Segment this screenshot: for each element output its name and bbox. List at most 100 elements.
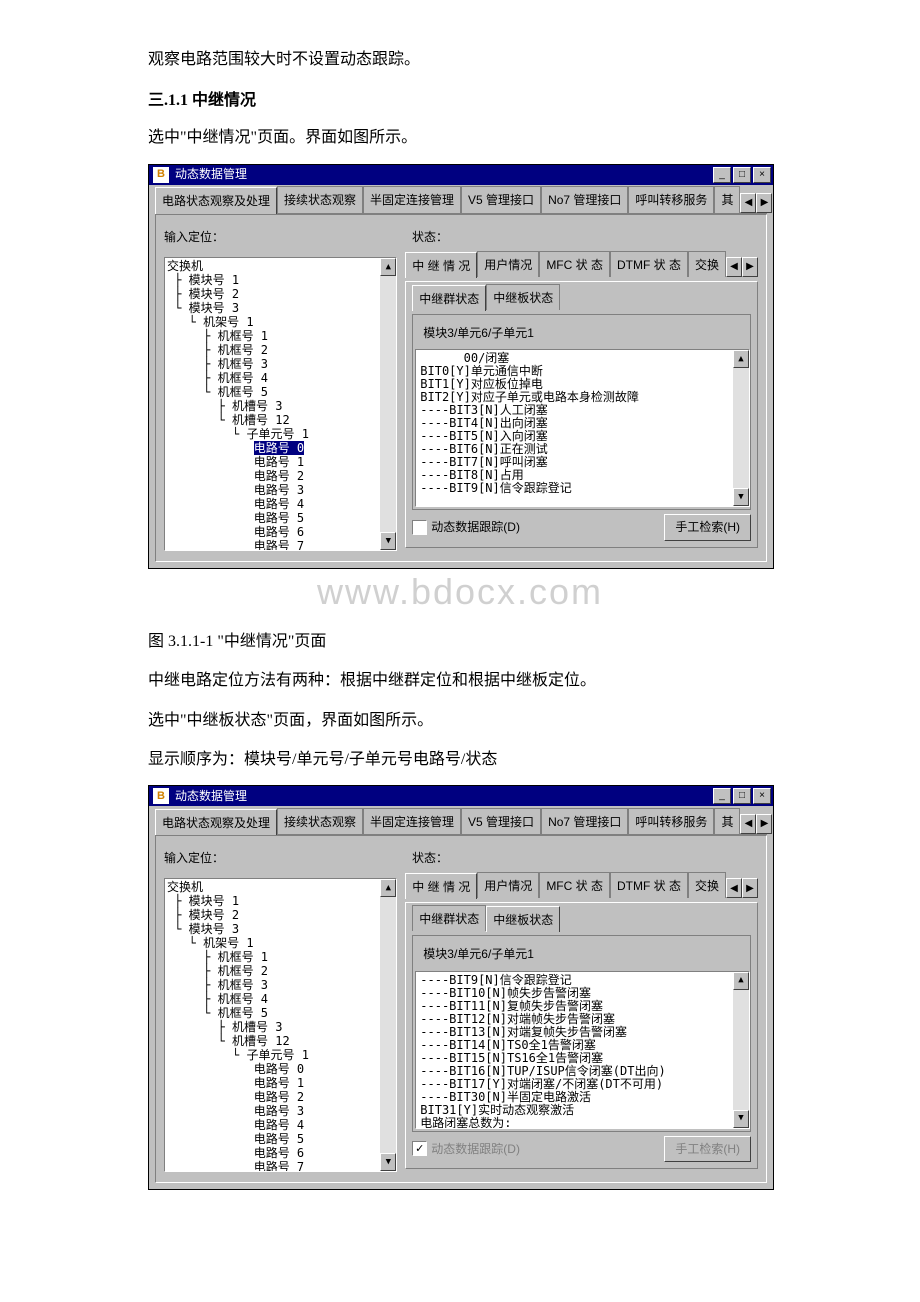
minimize-button[interactable]: _ <box>713 788 731 804</box>
inner-tab-relay[interactable]: 中 继 情 况 <box>405 252 477 278</box>
inner-tab-dtmf[interactable]: DTMF 状 态 <box>610 872 688 898</box>
inner-tab-relay[interactable]: 中 继 情 况 <box>405 873 477 899</box>
tab-semi-fixed[interactable]: 半固定连接管理 <box>363 186 461 212</box>
tree-node[interactable]: └ 机框号 5 <box>167 385 394 399</box>
maximize-button[interactable]: □ <box>733 167 751 183</box>
sub-tab-board-status[interactable]: 中继板状态 <box>486 284 560 310</box>
tree-node[interactable]: └ 机架号 1 <box>167 315 394 329</box>
tab-scroll-left-icon[interactable]: ◀ <box>740 814 756 834</box>
scroll-track[interactable] <box>733 368 749 488</box>
tab-scroll-right-icon[interactable]: ▶ <box>756 814 772 834</box>
tree-node[interactable]: 电路号 1 <box>167 1076 394 1090</box>
tab-scroll-left-icon[interactable]: ◀ <box>740 193 756 213</box>
tree-node[interactable]: ├ 机槽号 3 <box>167 1020 394 1034</box>
scroll-up-icon[interactable]: ▲ <box>733 350 749 368</box>
sub-tab-group-status[interactable]: 中继群状态 <box>412 285 486 311</box>
tree-node[interactable]: ├ 模块号 2 <box>167 908 394 922</box>
scroll-track[interactable] <box>380 276 396 532</box>
scroll-up-icon[interactable]: ▲ <box>380 879 396 897</box>
tree-node[interactable]: ├ 机框号 2 <box>167 343 394 357</box>
tree-node[interactable]: └ 机槽号 12 <box>167 1034 394 1048</box>
tree-node[interactable]: └ 机框号 5 <box>167 1006 394 1020</box>
scroll-up-icon[interactable]: ▲ <box>733 972 749 990</box>
tree-node[interactable]: 电路号 4 <box>167 497 394 511</box>
tree-node[interactable]: ├ 机框号 1 <box>167 950 394 964</box>
tab-connection-status[interactable]: 接续状态观察 <box>277 808 363 834</box>
tree-node[interactable]: 电路号 1 <box>167 455 394 469</box>
tree-node[interactable]: 电路号 3 <box>167 1104 394 1118</box>
sub-tab-board-status[interactable]: 中继板状态 <box>486 906 560 932</box>
tree-node[interactable]: ├ 模块号 2 <box>167 287 394 301</box>
inner-tab-user[interactable]: 用户情况 <box>477 872 539 898</box>
tree-node[interactable]: └ 子单元号 1 <box>167 1048 394 1062</box>
inner-tab-switch[interactable]: 交换 <box>688 872 726 898</box>
scroll-down-icon[interactable]: ▼ <box>380 532 396 550</box>
tree-node[interactable]: 电路号 4 <box>167 1118 394 1132</box>
tab-no7[interactable]: No7 管理接口 <box>541 808 628 834</box>
tree-node[interactable]: 交换机 <box>167 259 394 273</box>
manual-search-button[interactable]: 手工检索(H) <box>664 1136 751 1162</box>
scroll-down-icon[interactable]: ▼ <box>380 1153 396 1171</box>
tree-node[interactable]: 电路号 7 <box>167 539 394 551</box>
tree-node[interactable]: 电路号 5 <box>167 1132 394 1146</box>
inner-tab-dtmf[interactable]: DTMF 状 态 <box>610 251 688 277</box>
tree-node[interactable]: 电路号 2 <box>167 469 394 483</box>
tree-node[interactable]: └ 子单元号 1 <box>167 427 394 441</box>
sub-tab-group-status[interactable]: 中继群状态 <box>412 905 486 931</box>
tree-node[interactable]: ├ 模块号 1 <box>167 894 394 908</box>
maximize-button[interactable]: □ <box>733 788 751 804</box>
scroll-down-icon[interactable]: ▼ <box>733 488 749 506</box>
tree-node[interactable]: 电路号 3 <box>167 483 394 497</box>
tab-other[interactable]: 其 <box>714 186 740 212</box>
scroll-up-icon[interactable]: ▲ <box>380 258 396 276</box>
tree-node[interactable]: 电路号 0 <box>167 441 394 455</box>
scroll-track[interactable] <box>733 990 749 1110</box>
tree-node[interactable]: 电路号 6 <box>167 1146 394 1160</box>
location-tree[interactable]: 交换机 ├ 模块号 1 ├ 模块号 2 └ 模块号 3 └ 机架号 1 ├ 机框… <box>164 257 397 551</box>
tree-node[interactable]: 交换机 <box>167 880 394 894</box>
tree-node[interactable]: └ 机架号 1 <box>167 936 394 950</box>
inner-scroll-right-icon[interactable]: ▶ <box>742 257 758 277</box>
tree-node[interactable]: ├ 机框号 3 <box>167 978 394 992</box>
location-tree[interactable]: 交换机 ├ 模块号 1 ├ 模块号 2 └ 模块号 3 └ 机架号 1 ├ 机框… <box>164 878 397 1172</box>
inner-scroll-left-icon[interactable]: ◀ <box>726 257 742 277</box>
tree-node[interactable]: ├ 机框号 1 <box>167 329 394 343</box>
tree-node[interactable]: ├ 模块号 1 <box>167 273 394 287</box>
tree-node[interactable]: 电路号 2 <box>167 1090 394 1104</box>
tree-node[interactable]: 电路号 7 <box>167 1160 394 1172</box>
inner-tab-user[interactable]: 用户情况 <box>477 251 539 277</box>
tab-other[interactable]: 其 <box>714 808 740 834</box>
tab-connection-status[interactable]: 接续状态观察 <box>277 186 363 212</box>
tab-no7[interactable]: No7 管理接口 <box>541 186 628 212</box>
close-button[interactable]: × <box>753 788 771 804</box>
status-list[interactable]: ----BIT9[N]信令跟踪登记----BIT10[N]帧失步告警闭塞----… <box>415 971 750 1129</box>
tab-scroll-right-icon[interactable]: ▶ <box>756 193 772 213</box>
tab-call-transfer[interactable]: 呼叫转移服务 <box>628 186 714 212</box>
dynamic-track-checkbox[interactable] <box>412 520 427 535</box>
tree-node[interactable]: ├ 机槽号 3 <box>167 399 394 413</box>
scroll-down-icon[interactable]: ▼ <box>733 1110 749 1128</box>
tree-node[interactable]: ├ 机框号 2 <box>167 964 394 978</box>
inner-tab-mfc[interactable]: MFC 状 态 <box>539 251 610 277</box>
tree-node[interactable]: ├ 机框号 4 <box>167 371 394 385</box>
inner-tab-switch[interactable]: 交换 <box>688 251 726 277</box>
inner-scroll-left-icon[interactable]: ◀ <box>726 878 742 898</box>
tree-node[interactable]: ├ 机框号 4 <box>167 992 394 1006</box>
close-button[interactable]: × <box>753 167 771 183</box>
tab-circuit-status[interactable]: 电路状态观察及处理 <box>155 809 277 835</box>
tab-v5[interactable]: V5 管理接口 <box>461 186 541 212</box>
tree-node[interactable]: └ 模块号 3 <box>167 301 394 315</box>
tab-call-transfer[interactable]: 呼叫转移服务 <box>628 808 714 834</box>
tree-node[interactable]: 电路号 0 <box>167 1062 394 1076</box>
tab-circuit-status[interactable]: 电路状态观察及处理 <box>155 187 277 213</box>
inner-tab-mfc[interactable]: MFC 状 态 <box>539 872 610 898</box>
tree-node[interactable]: └ 模块号 3 <box>167 922 394 936</box>
manual-search-button[interactable]: 手工检索(H) <box>664 514 751 540</box>
tree-node[interactable]: 电路号 5 <box>167 511 394 525</box>
tab-v5[interactable]: V5 管理接口 <box>461 808 541 834</box>
tree-node[interactable]: ├ 机框号 3 <box>167 357 394 371</box>
tree-node[interactable]: 电路号 6 <box>167 525 394 539</box>
dynamic-track-checkbox[interactable]: ✓ <box>412 1141 427 1156</box>
status-list[interactable]: 00/闭塞BIT0[Y]单元通信中断BIT1[Y]对应板位掉电BIT2[Y]对应… <box>415 349 750 507</box>
inner-scroll-right-icon[interactable]: ▶ <box>742 878 758 898</box>
